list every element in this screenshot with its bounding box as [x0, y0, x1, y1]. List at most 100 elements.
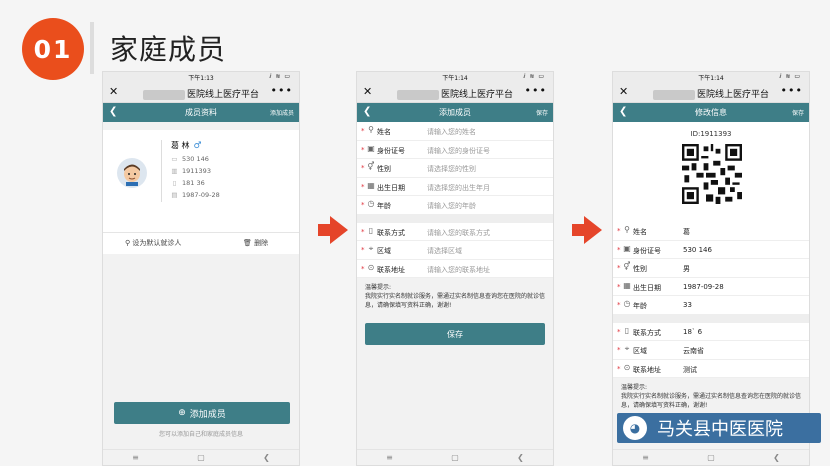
menu-icon[interactable]: ≡: [132, 453, 139, 462]
calendar-icon: ▦: [623, 280, 631, 290]
status-icons: ⅈ ≋ ▭: [523, 73, 545, 80]
member-form: * ⚲ 姓名葛 * ▣ 身份证号 530 146 * ⚥ 性别男 * ▦ 出生日期 1987-09-…: [613, 222, 809, 378]
age-field[interactable]: * ◷ 年龄 请输入您的年龄: [357, 196, 553, 215]
menu-icon[interactable]: ≡: [642, 453, 649, 462]
contact-field[interactable]: * ▯ 联系方式 18` 6: [613, 323, 809, 341]
age-field[interactable]: * ◷ 年龄 33: [613, 296, 809, 315]
pin-icon: ⊙: [367, 262, 375, 272]
more-icon[interactable]: •••: [525, 84, 547, 97]
member-birthday: ▤ 1987-09-28: [171, 191, 220, 199]
male-icon: ♂: [193, 141, 202, 151]
region-field[interactable]: * ⌖ 区域 云南省: [613, 341, 809, 360]
save-button[interactable]: 保存: [365, 323, 545, 345]
back-nav-icon[interactable]: ❮: [517, 453, 524, 462]
status-bar: 下午1:13 ⅈ ≋ ▭: [103, 72, 299, 83]
save-link[interactable]: 保存: [536, 108, 548, 117]
page-title: 修改信息: [695, 108, 727, 117]
tips-title: 温馨提示:: [365, 284, 392, 291]
title-divider: [90, 22, 94, 74]
tips: 温馨提示: 我院实行实名制就诊服务，需通过实名制信息查询您在医院的就诊信息，请确…: [613, 378, 809, 415]
browser-nav: ✕ 医院线上医疗平台 •••: [357, 83, 553, 103]
phone-icon: ▯: [368, 225, 374, 235]
member-name: 葛 林 ♂: [171, 141, 202, 151]
avatar: [117, 158, 147, 188]
hospital-watermark: ◕ 马关县中医医院: [617, 413, 821, 443]
region-field[interactable]: * ⌖ 区域 请选择区域: [357, 241, 553, 260]
tips: 温馨提示: 我院实行实名制就诊服务，需通过实名制信息查询您在医院的就诊信息，请确…: [357, 278, 553, 315]
home-icon[interactable]: ▢: [197, 453, 205, 462]
system-nav: ≡ ▢ ❮: [357, 449, 553, 465]
location-icon: ⌖: [624, 344, 630, 353]
status-bar: 下午1:14 ⅈ ≋ ▭: [613, 72, 809, 83]
page-header: ❮ 添加成员 保存: [357, 103, 553, 122]
user-icon: ⚲: [368, 125, 374, 134]
clock-icon: ◷: [623, 299, 631, 308]
member-card[interactable]: 葛 林 ♂ ▭ 530 146 ▥ 1911393 ▯ 181 36 ▤ 1987-09-…: [103, 130, 299, 254]
phone-member-profile: 下午1:13 ⅈ ≋ ▭ ✕ 医院线上医疗平台 ••• ❮ 成员资料 添加成员: [102, 71, 300, 466]
gender-field[interactable]: * ⚥ 性别 请选择您的性别: [357, 159, 553, 178]
browser-nav: ✕ 医院线上医疗平台 •••: [103, 83, 299, 103]
back-nav-icon[interactable]: ❮: [263, 453, 270, 462]
phone-icon: ▯: [172, 179, 177, 187]
birthday-field[interactable]: * ▦ 出生日期 请选择您的出生年月: [357, 178, 553, 196]
divider: [103, 232, 299, 233]
phone-icon: ▯: [624, 325, 630, 335]
home-icon[interactable]: ▢: [707, 453, 715, 462]
page-title: 添加成员: [439, 108, 471, 117]
blurred-text: [142, 89, 185, 100]
address-field[interactable]: * ⊙ 联系地址 请输入您的联系地址: [357, 260, 553, 278]
birthday-field[interactable]: * ▦ 出生日期 1987-09-28: [613, 278, 809, 296]
back-nav-icon[interactable]: ❮: [773, 453, 780, 462]
id-number-field[interactable]: * ▣ 身份证号 请输入您的身份证号: [357, 141, 553, 159]
id-number-field[interactable]: * ▣ 身份证号 530 146: [613, 241, 809, 259]
plus-circle-icon: ⊕: [178, 408, 186, 418]
status-icons: ⅈ ≋ ▭: [269, 73, 291, 80]
gender-field[interactable]: * ⚥ 性别男: [613, 259, 809, 278]
page-header: ❮ 成员资料 添加成员: [103, 103, 299, 122]
location-icon: ⌖: [368, 244, 374, 253]
member-form: * ⚲ 姓名 请输入您的姓名 * ▣ 身份证号 请输入您的身份证号 * ⚥ 性别 请选择您的性别 …: [357, 122, 553, 278]
hint-text: 您可以添加自己和家庭成员信息: [158, 431, 243, 438]
building-icon: ▥: [171, 167, 178, 175]
page-header: ❮ 修改信息 保存: [613, 103, 809, 122]
id-card-icon: ▭: [171, 155, 178, 163]
member-id-number: ▭ 530 146: [171, 155, 209, 163]
set-default-button[interactable]: ⚲ 设为默认就诊人: [125, 238, 181, 248]
blurred-text: [652, 89, 695, 100]
name-field[interactable]: * ⚲ 姓名 请输入您的姓名: [357, 122, 553, 141]
qr-section: ID:1911393: [613, 122, 809, 222]
system-nav: ≡ ▢ ❮: [103, 449, 299, 465]
tips-title: 温馨提示:: [621, 384, 648, 391]
id-card-icon: ▣: [623, 243, 631, 253]
phone-add-member: 下午1:14 ⅈ ≋ ▭ ✕ 医院线上医疗平台 ••• ❮ 添加成员 保存 * ⚲…: [356, 71, 554, 466]
status-icons: ⅈ ≋ ▭: [779, 73, 801, 80]
section-gap: [613, 314, 809, 323]
user-icon: ⚲: [624, 225, 630, 234]
more-icon[interactable]: •••: [781, 84, 803, 97]
add-member-button[interactable]: ⊕ 添加成员: [114, 402, 290, 424]
more-icon[interactable]: •••: [271, 84, 293, 97]
gender-icon: ⚥: [623, 262, 631, 271]
menu-icon[interactable]: ≡: [386, 453, 393, 462]
slide-title: 家庭成员: [110, 33, 227, 66]
member-id: ID:1911393: [690, 130, 732, 138]
address-field[interactable]: * ⊙ 联系地址 测试: [613, 360, 809, 378]
name-field[interactable]: * ⚲ 姓名葛: [613, 222, 809, 241]
pin-icon: ⊙: [623, 362, 631, 372]
member-card-no: ▥ 1911393: [171, 167, 211, 175]
tips-body: 我院实行实名制就诊服务，需通过实名制信息查询您在医院的就诊信息，请确保填写资料正…: [365, 293, 546, 309]
delete-button[interactable]: 🗑 删除: [243, 238, 268, 248]
save-link[interactable]: 保存: [792, 108, 804, 117]
section-gap: [357, 214, 553, 223]
slide: 01 家庭成员 下午1:13 ⅈ ≋ ▭ ✕ 医院线上医疗平台 ••• ❮ 成员…: [0, 0, 830, 466]
add-member-link[interactable]: 添加成员: [270, 108, 294, 117]
clock-icon: ◷: [367, 199, 375, 208]
wechat-icon: ◕: [623, 416, 647, 440]
member-phone: ▯ 181 36: [172, 179, 205, 187]
doctor-avatar-icon: [124, 164, 140, 186]
home-icon[interactable]: ▢: [451, 453, 459, 462]
qr-code-icon: [682, 144, 742, 204]
contact-field[interactable]: * ▯ 联系方式 请输入您的联系方式: [357, 223, 553, 241]
watermark-text: 马关县中医医院: [657, 419, 783, 440]
system-nav: ≡ ▢ ❮: [613, 449, 809, 465]
